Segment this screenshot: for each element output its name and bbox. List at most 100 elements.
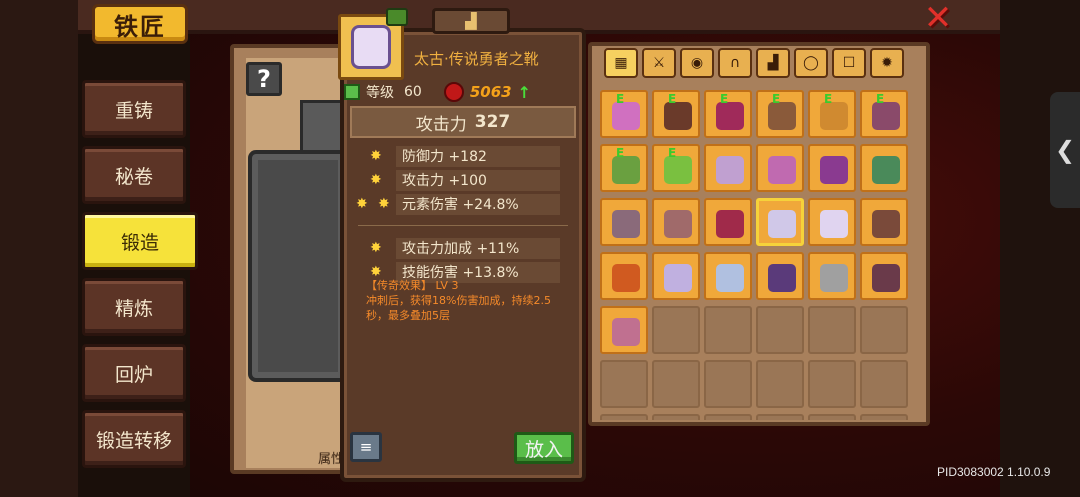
tab-weapon[interactable]: ⚔ [642, 48, 676, 78]
inventory-slot[interactable] [860, 360, 908, 408]
item-icon [768, 156, 796, 184]
inventory-slot[interactable] [808, 144, 856, 192]
close-icon: ✕ [923, 0, 953, 38]
tab-boots[interactable]: ▟ [756, 48, 790, 78]
tab-armor[interactable]: ◉ [680, 48, 714, 78]
inventory-slot[interactable]: E [600, 144, 648, 192]
stat-row: ✸ 防御力 +182 [350, 144, 576, 168]
item-icon [612, 210, 640, 238]
inventory-slot[interactable]: E [652, 90, 700, 138]
item-icon [716, 210, 744, 238]
inventory-slot[interactable] [652, 414, 700, 420]
sidebar-item-label: 锻造 [120, 231, 159, 254]
up-arrow-icon: ↑ [517, 82, 531, 102]
inventory-slot[interactable] [704, 306, 752, 354]
inventory-slot[interactable]: E [600, 90, 648, 138]
inventory-slot[interactable] [756, 198, 804, 246]
inventory-slot[interactable]: E [756, 90, 804, 138]
inventory-slot[interactable] [860, 306, 908, 354]
inventory-slot[interactable] [860, 414, 908, 420]
inventory-slot[interactable] [860, 198, 908, 246]
stat-row: ✸ ✸ 元素伤害 +24.8% [350, 192, 576, 216]
list-button[interactable]: ≡ [350, 432, 382, 462]
inventory-slot[interactable] [756, 414, 804, 420]
inventory-slot[interactable]: E [652, 144, 700, 192]
inventory-slot[interactable] [600, 360, 648, 408]
left-frame [0, 0, 78, 497]
put-in-button[interactable]: 放入 [514, 432, 574, 464]
sidebar-item-forge-transfer[interactable]: 锻造转移 [82, 410, 186, 468]
item-icon [664, 264, 692, 292]
equipped-badge: E [876, 92, 885, 106]
item-icon [820, 210, 848, 238]
inventory-slot[interactable] [756, 306, 804, 354]
build-id: PID3083002 1.10.0.9 [937, 465, 1051, 479]
inventory-slot[interactable] [600, 198, 648, 246]
star-icon: ✸ [356, 196, 368, 212]
sidebar-item-label: 锻造转移 [95, 429, 172, 452]
item-icon [872, 210, 900, 238]
list-icon: ≡ [359, 438, 373, 456]
equipped-badge: E [720, 92, 729, 106]
inventory-slot[interactable] [704, 360, 752, 408]
inventory-slot[interactable] [756, 252, 804, 300]
help-button[interactable]: ? [246, 62, 282, 96]
level-label: 等级 [366, 85, 394, 101]
inventory-slot[interactable] [860, 144, 908, 192]
inventory-slot[interactable] [756, 144, 804, 192]
lock-icon[interactable] [386, 8, 408, 26]
item-icon [768, 210, 796, 238]
inventory-slot[interactable] [652, 252, 700, 300]
inventory-slot[interactable] [808, 360, 856, 408]
inventory-slot[interactable] [600, 252, 648, 300]
inventory-slot[interactable] [808, 198, 856, 246]
inventory-slot[interactable]: E [704, 90, 752, 138]
inventory-slot[interactable] [704, 198, 752, 246]
inventory-slot[interactable] [652, 198, 700, 246]
inventory-grid: E E E E E E E E [600, 90, 920, 420]
legendary-effect-title: 【传奇效果】 LV 3 [366, 279, 459, 292]
inventory-slot[interactable] [756, 360, 804, 408]
inventory-slot[interactable] [704, 252, 752, 300]
inventory-slot[interactable] [808, 414, 856, 420]
side-drawer-toggle[interactable]: ❮ [1050, 92, 1080, 208]
inventory-slot[interactable] [652, 306, 700, 354]
inventory-slot[interactable]: E [860, 90, 908, 138]
attack-summary: 攻击力 327 [350, 106, 576, 138]
stat-text: 攻击力 +100 [402, 173, 487, 189]
tab-gem[interactable]: ✹ [870, 48, 904, 78]
inventory-slot[interactable] [860, 252, 908, 300]
inventory-slot[interactable] [600, 414, 648, 420]
close-button[interactable]: ✕ [920, 0, 956, 38]
inventory-slot[interactable] [808, 252, 856, 300]
sidebar-item-smelt[interactable]: 回炉 [82, 344, 186, 402]
stat-text: 攻击力加成 +11% [402, 241, 520, 257]
inventory-slot[interactable] [600, 306, 648, 354]
level-value: 60 [404, 84, 422, 100]
sidebar-item-forge[interactable]: 锻造 [82, 212, 198, 270]
right-frame [1000, 0, 1080, 497]
equipped-badge: E [772, 92, 781, 106]
sidebar-item-recast[interactable]: 重铸 [82, 80, 186, 138]
tab-necklace[interactable]: ☐ [832, 48, 866, 78]
item-name: 太古·传说勇者之靴 [414, 50, 539, 68]
sidebar-item-scroll[interactable]: 秘卷 [82, 146, 186, 204]
inventory-slot[interactable]: E [808, 90, 856, 138]
tab-ring[interactable]: ◯ [794, 48, 828, 78]
equipped-badge: E [668, 146, 677, 160]
boots-icon [351, 25, 391, 69]
inventory-slot[interactable] [704, 414, 752, 420]
sidebar-item-label: 秘卷 [114, 165, 153, 188]
anvil-slot[interactable] [248, 150, 348, 382]
tooltip-header-deco: ▟ [432, 8, 510, 34]
star-icon: ✸ [370, 240, 382, 256]
inventory-slot[interactable] [808, 306, 856, 354]
sidebar-item-refine[interactable]: 精炼 [82, 278, 186, 336]
tab-all[interactable]: ▦ [604, 48, 638, 78]
item-icon [820, 156, 848, 184]
item-icon [872, 156, 900, 184]
inventory-slot[interactable] [652, 360, 700, 408]
tab-helmet[interactable]: ∩ [718, 48, 752, 78]
equipped-badge: E [668, 92, 677, 106]
inventory-slot[interactable] [704, 144, 752, 192]
